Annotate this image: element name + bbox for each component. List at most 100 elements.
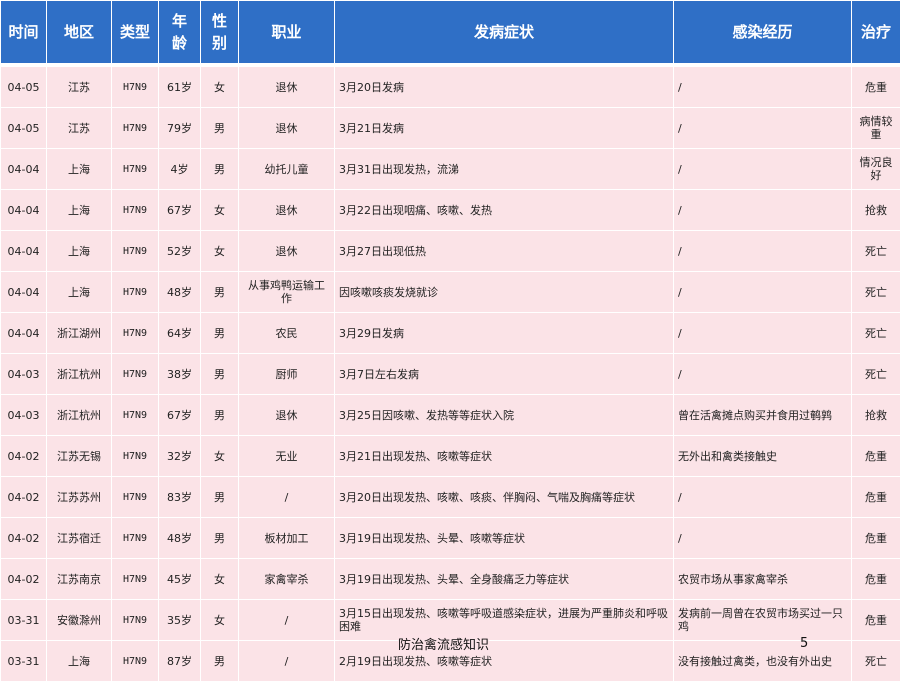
- header-type: 类型: [112, 1, 159, 64]
- cell-job: 退休: [239, 67, 335, 108]
- cell-job: 退休: [239, 108, 335, 149]
- cell-sex: 女: [201, 559, 239, 600]
- slide-footer-title: 防治禽流感知识: [398, 634, 489, 653]
- cell-region: 安徽滁州: [47, 600, 112, 641]
- cell-infection: 曾在活禽摊点购买并食用过鹌鹑: [674, 395, 852, 436]
- cell-time: 03-31: [1, 641, 47, 682]
- cell-infection: /: [674, 190, 852, 231]
- cell-time: 04-02: [1, 518, 47, 559]
- header-sex: 性别: [201, 1, 239, 64]
- cell-age: 4岁: [159, 149, 201, 190]
- page-number: 5: [800, 636, 808, 651]
- cell-time: 04-02: [1, 559, 47, 600]
- table-row: 04-04上海H7N94岁男幼托儿童3月31日出现发热，流涕/情况良好: [1, 149, 900, 190]
- cell-infection: 无外出和禽类接触史: [674, 436, 852, 477]
- cell-treatment: 抢救: [852, 395, 900, 436]
- header-age-line2: 龄: [172, 34, 187, 52]
- cell-symptom: 3月19日出现发热、头晕、全身酸痛乏力等症状: [335, 559, 674, 600]
- cell-type: H7N9: [112, 149, 159, 190]
- cell-infection: /: [674, 477, 852, 518]
- cell-age: 45岁: [159, 559, 201, 600]
- cell-sex: 女: [201, 67, 239, 108]
- table-row: 04-04浙江湖州H7N964岁男农民3月29日发病/死亡: [1, 313, 900, 354]
- cell-region: 上海: [47, 149, 112, 190]
- cell-age: 48岁: [159, 272, 201, 313]
- cell-time: 04-04: [1, 313, 47, 354]
- cell-age: 48岁: [159, 518, 201, 559]
- cell-type: H7N9: [112, 272, 159, 313]
- table-row: 04-04上海H7N952岁女退休3月27日出现低热/死亡: [1, 231, 900, 272]
- cell-infection: /: [674, 272, 852, 313]
- cell-job: 退休: [239, 190, 335, 231]
- cell-type: H7N9: [112, 67, 159, 108]
- header-symptom: 发病症状: [335, 1, 674, 64]
- cell-job: 幼托儿童: [239, 149, 335, 190]
- cell-treatment: 死亡: [852, 231, 900, 272]
- cell-treatment: 危重: [852, 559, 900, 600]
- cell-sex: 女: [201, 600, 239, 641]
- table-row: 04-04上海H7N967岁女退休3月22日出现咽痛、咳嗽、发热/抢救: [1, 190, 900, 231]
- cell-time: 04-02: [1, 477, 47, 518]
- cell-time: 04-04: [1, 190, 47, 231]
- cell-time: 04-03: [1, 395, 47, 436]
- cell-time: 04-05: [1, 67, 47, 108]
- cell-infection: 发病前一周曾在农贸市场买过一只鸡: [674, 600, 852, 641]
- cell-job: 农民: [239, 313, 335, 354]
- table-row: 04-03浙江杭州H7N938岁男厨师3月7日左右发病/死亡: [1, 354, 900, 395]
- cell-infection: /: [674, 108, 852, 149]
- cell-job: 板材加工: [239, 518, 335, 559]
- cell-sex: 女: [201, 190, 239, 231]
- table-row: 04-03浙江杭州H7N967岁男退休3月25日因咳嗽、发热等等症状入院曾在活禽…: [1, 395, 900, 436]
- cell-infection: /: [674, 354, 852, 395]
- cell-region: 江苏: [47, 67, 112, 108]
- cell-treatment: 危重: [852, 600, 900, 641]
- cell-type: H7N9: [112, 231, 159, 272]
- cell-symptom: 2月19日出现发热、咳嗽等症状: [335, 641, 674, 682]
- cell-sex: 男: [201, 641, 239, 682]
- cell-sex: 男: [201, 518, 239, 559]
- cell-job: 退休: [239, 231, 335, 272]
- cell-time: 04-02: [1, 436, 47, 477]
- table-row: 04-05江苏H7N979岁男退休3月21日发病/病情较重: [1, 108, 900, 149]
- header-age-line1: 年: [172, 12, 187, 30]
- cell-sex: 男: [201, 108, 239, 149]
- header-sex-line2: 别: [212, 34, 227, 52]
- cell-age: 52岁: [159, 231, 201, 272]
- cell-time: 03-31: [1, 600, 47, 641]
- cell-age: 67岁: [159, 190, 201, 231]
- table-row: 04-02江苏无锡H7N932岁女无业3月21日出现发热、咳嗽等症状无外出和禽类…: [1, 436, 900, 477]
- cell-type: H7N9: [112, 108, 159, 149]
- table-body: 04-05江苏H7N961岁女退休3月20日发病/危重04-05江苏H7N979…: [1, 64, 900, 682]
- cell-time: 04-04: [1, 272, 47, 313]
- cell-infection: /: [674, 518, 852, 559]
- cell-job: /: [239, 477, 335, 518]
- cell-time: 04-05: [1, 108, 47, 149]
- cell-infection: /: [674, 231, 852, 272]
- cell-type: H7N9: [112, 313, 159, 354]
- table-row: 04-02江苏宿迁H7N948岁男板材加工3月19日出现发热、头晕、咳嗽等症状/…: [1, 518, 900, 559]
- header-region: 地区: [47, 1, 112, 64]
- cell-treatment: 情况良好: [852, 149, 900, 190]
- cell-symptom: 3月20日出现发热、咳嗽、咳痰、伴胸闷、气喘及胸痛等症状: [335, 477, 674, 518]
- cell-age: 79岁: [159, 108, 201, 149]
- cell-job: /: [239, 641, 335, 682]
- cell-sex: 男: [201, 477, 239, 518]
- cell-job: 从事鸡鸭运输工作: [239, 272, 335, 313]
- cell-region: 江苏宿迁: [47, 518, 112, 559]
- header-infection: 感染经历: [674, 1, 852, 64]
- cell-type: H7N9: [112, 436, 159, 477]
- cell-symptom: 3月31日出现发热，流涕: [335, 149, 674, 190]
- cell-job: 厨师: [239, 354, 335, 395]
- cell-symptom: 3月25日因咳嗽、发热等等症状入院: [335, 395, 674, 436]
- cell-type: H7N9: [112, 559, 159, 600]
- cell-treatment: 病情较重: [852, 108, 900, 149]
- cell-age: 32岁: [159, 436, 201, 477]
- cell-time: 04-04: [1, 149, 47, 190]
- cell-age: 64岁: [159, 313, 201, 354]
- cell-symptom: 3月21日发病: [335, 108, 674, 149]
- cell-age: 38岁: [159, 354, 201, 395]
- table-row: 04-02江苏南京H7N945岁女家禽宰杀3月19日出现发热、头晕、全身酸痛乏力…: [1, 559, 900, 600]
- cell-symptom: 3月20日发病: [335, 67, 674, 108]
- cell-infection: 没有接触过禽类，也没有外出史: [674, 641, 852, 682]
- cell-sex: 女: [201, 231, 239, 272]
